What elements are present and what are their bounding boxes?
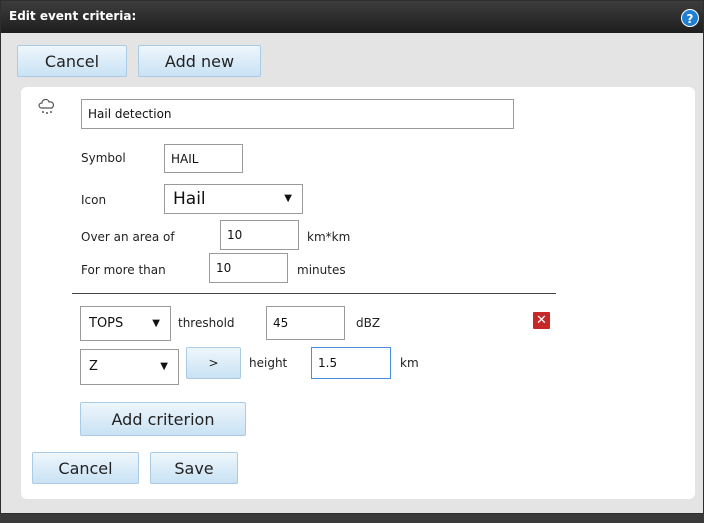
height-label: height <box>249 356 288 370</box>
duration-unit: minutes <box>297 263 346 277</box>
remove-criterion-icon[interactable]: ✕ <box>533 312 550 329</box>
product-select-value: TOPS <box>89 316 124 331</box>
title-bar: Edit event criteria: ? <box>1 1 703 33</box>
icon-label: Icon <box>81 193 107 207</box>
edit-event-dialog: Edit event criteria: ? Cancel Add new Sy… <box>0 0 704 514</box>
duration-input[interactable] <box>209 253 288 283</box>
chevron-down-icon: ▼ <box>160 361 168 372</box>
hail-cloud-icon <box>38 98 55 114</box>
cancel-button-bottom[interactable]: Cancel <box>32 452 139 484</box>
duration-label: For more than <box>81 263 166 277</box>
quantity-select[interactable]: Z ▼ <box>80 349 179 385</box>
dialog-title: Edit event criteria: <box>9 9 137 23</box>
area-input[interactable] <box>220 220 299 250</box>
icon-select[interactable]: Hail ▼ <box>164 184 303 214</box>
threshold-input[interactable] <box>266 306 345 340</box>
height-input[interactable] <box>311 347 391 379</box>
criteria-divider <box>72 293 556 294</box>
icon-select-value: Hail <box>173 189 206 209</box>
cancel-button-top[interactable]: Cancel <box>17 45 127 77</box>
threshold-unit: dBZ <box>356 316 381 330</box>
area-unit: km*km <box>307 230 351 244</box>
symbol-label: Symbol <box>81 151 126 165</box>
threshold-label: threshold <box>178 316 235 330</box>
save-button[interactable]: Save <box>150 452 238 484</box>
chevron-down-icon: ▼ <box>152 318 160 329</box>
chevron-down-icon: ▼ <box>284 193 292 204</box>
product-select[interactable]: TOPS ▼ <box>80 306 171 341</box>
quantity-select-value: Z <box>89 359 98 374</box>
event-name-input[interactable] <box>81 99 514 129</box>
add-criterion-button[interactable]: Add criterion <box>80 402 246 436</box>
add-new-button[interactable]: Add new <box>138 45 261 77</box>
operator-button[interactable]: > <box>186 347 241 379</box>
help-icon[interactable]: ? <box>681 9 699 27</box>
height-unit: km <box>400 356 419 370</box>
area-label: Over an area of <box>81 230 175 244</box>
symbol-input[interactable] <box>164 144 243 173</box>
